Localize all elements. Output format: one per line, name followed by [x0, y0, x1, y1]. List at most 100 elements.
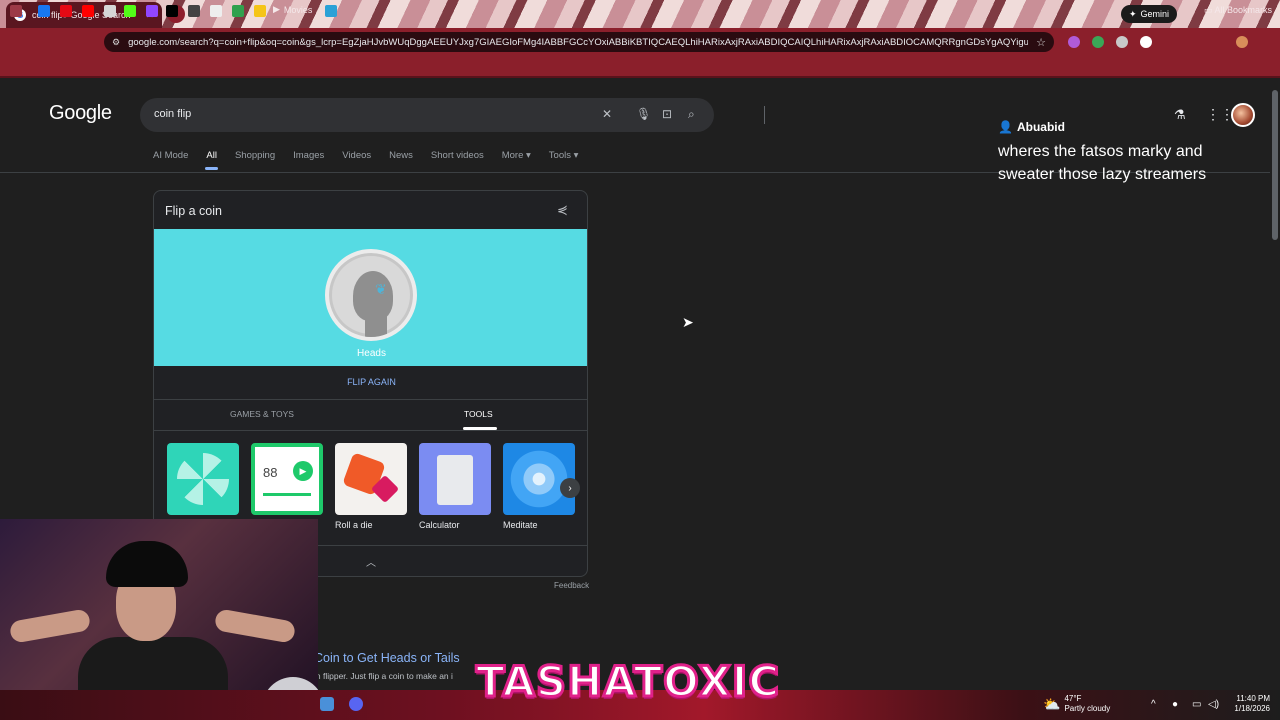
- tab-short-videos[interactable]: Short videos: [431, 150, 484, 161]
- bookmark-icon[interactable]: [188, 5, 200, 17]
- tab-ai-mode[interactable]: AI Mode: [153, 150, 188, 161]
- webcam-hat: [106, 541, 188, 587]
- tab-tools[interactable]: TOOLS: [464, 409, 493, 419]
- microphone-icon[interactable]: 🎙: [636, 107, 651, 121]
- coin-result: Heads: [357, 348, 386, 359]
- all-bookmarks[interactable]: ▭ All Bookmarks: [1204, 5, 1272, 16]
- calculator-label: Calculator: [419, 520, 460, 530]
- extension-icon[interactable]: [1116, 36, 1128, 48]
- gemini-spark-icon: ✦: [1129, 8, 1137, 19]
- x-icon[interactable]: [166, 5, 178, 17]
- gemini-label: Gemini: [1140, 9, 1170, 19]
- clear-icon[interactable]: ✕: [602, 107, 612, 121]
- microphone-icon[interactable]: ●: [1172, 699, 1178, 710]
- tab-tools[interactable]: Tools ▾: [549, 150, 579, 161]
- flip-again-button[interactable]: FLIP AGAIN: [154, 377, 587, 387]
- network-icon[interactable]: ▭: [1192, 699, 1201, 710]
- roll-a-die-icon[interactable]: [335, 443, 407, 515]
- bookmark-star-icon[interactable]: ☆: [1036, 36, 1046, 49]
- clock-time: 11:40 PM: [1236, 694, 1270, 703]
- address-bar[interactable]: ⚙ google.com/search?q=coin+flip&oq=coin&…: [104, 32, 1054, 52]
- kick-icon[interactable]: [124, 5, 136, 17]
- clock[interactable]: 11:40 PM 1/18/2026: [1224, 694, 1270, 714]
- metronome-tool-icon[interactable]: 88 ▶: [251, 443, 323, 515]
- tab-videos[interactable]: Videos: [342, 150, 371, 161]
- roll-a-die-label: Roll a die: [335, 520, 373, 530]
- extension-icon[interactable]: [1068, 36, 1080, 48]
- bookmark-icon[interactable]: [104, 5, 116, 17]
- chat-username-text: Abuabid: [1016, 120, 1065, 134]
- chevron-up-icon[interactable]: ︿: [366, 554, 376, 569]
- webcam-arm: [213, 608, 297, 644]
- chat-username: 👤 Abuabid: [998, 120, 1258, 134]
- volume-icon[interactable]: ◁): [1208, 699, 1219, 710]
- all-bookmarks-label: All Bookmarks: [1214, 5, 1273, 15]
- divider: [154, 430, 587, 431]
- bookmark-movies-label: Movies: [283, 4, 313, 15]
- metronome-slider: [263, 493, 311, 496]
- shield-extension-icon[interactable]: [1092, 36, 1104, 48]
- weather-widget[interactable]: ⛅ 47°F Partly cloudy: [1043, 694, 1110, 714]
- search-tabs: AI Mode All Shopping Images Videos News …: [153, 150, 596, 170]
- laurel-icon: ❦: [375, 281, 387, 297]
- spinner-wheel: [177, 453, 229, 505]
- calculator-icon[interactable]: [419, 443, 491, 515]
- google-logo[interactable]: Google: [49, 102, 112, 125]
- tab-games-toys[interactable]: GAMES & TOYS: [230, 409, 294, 419]
- url-text: google.com/search?q=coin+flip&oq=coin&gs…: [128, 36, 1029, 48]
- folder-icon: ▭: [1204, 5, 1215, 15]
- play-icon: ▶: [293, 461, 313, 481]
- screen: G coin flip - Google Search ✕ ✦ Gemini ←…: [0, 0, 1280, 720]
- youtube-icon[interactable]: [82, 5, 94, 17]
- share-icon[interactable]: ⋞: [557, 202, 568, 218]
- gemini-button[interactable]: ✦ Gemini: [1121, 5, 1178, 23]
- discord-icon[interactable]: [349, 697, 363, 711]
- tab-more[interactable]: More ▾: [502, 150, 531, 161]
- webcam-arm: [8, 608, 92, 644]
- bookmarks-bar: [0, 56, 1280, 78]
- netflix-icon[interactable]: [60, 5, 72, 17]
- tab-news[interactable]: News: [389, 150, 413, 161]
- bookmark-icon[interactable]: [325, 5, 337, 17]
- calculator-body: [437, 455, 473, 505]
- tab-all[interactable]: All: [205, 150, 218, 170]
- divider: [764, 106, 765, 124]
- divider: [154, 399, 587, 400]
- tab-shopping[interactable]: Shopping: [235, 150, 275, 161]
- tab-images[interactable]: Images: [293, 150, 324, 161]
- search-input[interactable]: coin flip: [154, 108, 191, 120]
- scrollbar-thumb[interactable]: [1272, 90, 1278, 240]
- camera-search-icon[interactable]: ⊡: [662, 107, 672, 121]
- mouse-cursor-icon: ➤: [682, 314, 694, 330]
- chevron-right-icon[interactable]: ›: [560, 478, 580, 498]
- bookmark-movies[interactable]: ▶ Movies: [273, 4, 312, 15]
- twitch-icon[interactable]: [146, 5, 158, 17]
- search-icon[interactable]: ⌕: [688, 107, 695, 122]
- coin-portrait-neck: [365, 313, 387, 337]
- site-info-icon[interactable]: ⚙: [112, 37, 120, 48]
- user-icon: 👤: [998, 120, 1013, 134]
- extension-icon[interactable]: [1140, 36, 1152, 48]
- play-icon: ▶: [273, 4, 280, 14]
- coin-stage[interactable]: ❦ Heads: [154, 229, 587, 366]
- chat-message-text: wheres the fatsos marky and sweater thos…: [998, 143, 1207, 183]
- feedback-link[interactable]: Feedback: [554, 581, 589, 590]
- card-title: Flip a coin: [165, 204, 222, 218]
- spinner-tool-icon[interactable]: [167, 443, 239, 515]
- coin-heads-icon[interactable]: ❦: [325, 249, 417, 341]
- chevron-up-icon[interactable]: ^: [1151, 699, 1156, 710]
- apps-grid-icon[interactable]: [10, 5, 22, 17]
- profile-icon[interactable]: [1236, 36, 1248, 48]
- bookmark-icon[interactable]: [210, 5, 222, 17]
- search-result-title[interactable]: Coin to Get Heads or Tails: [314, 651, 460, 665]
- search-box[interactable]: coin flip ✕ 🎙 ⊡ ⌕: [140, 98, 765, 132]
- streamer-brand-logo: TASHATOXIC: [474, 656, 781, 708]
- bookmark-icon[interactable]: [254, 5, 266, 17]
- metronome-value: 88: [263, 465, 278, 480]
- bookmark-icon[interactable]: [232, 5, 244, 17]
- weather-condition: Partly cloudy: [1064, 704, 1111, 713]
- clock-date: 1/18/2026: [1234, 704, 1270, 713]
- search-result-snippet: in flipper. Just flip a coin to make an …: [314, 671, 453, 681]
- file-explorer-icon[interactable]: [320, 697, 334, 711]
- facebook-icon[interactable]: [38, 5, 50, 17]
